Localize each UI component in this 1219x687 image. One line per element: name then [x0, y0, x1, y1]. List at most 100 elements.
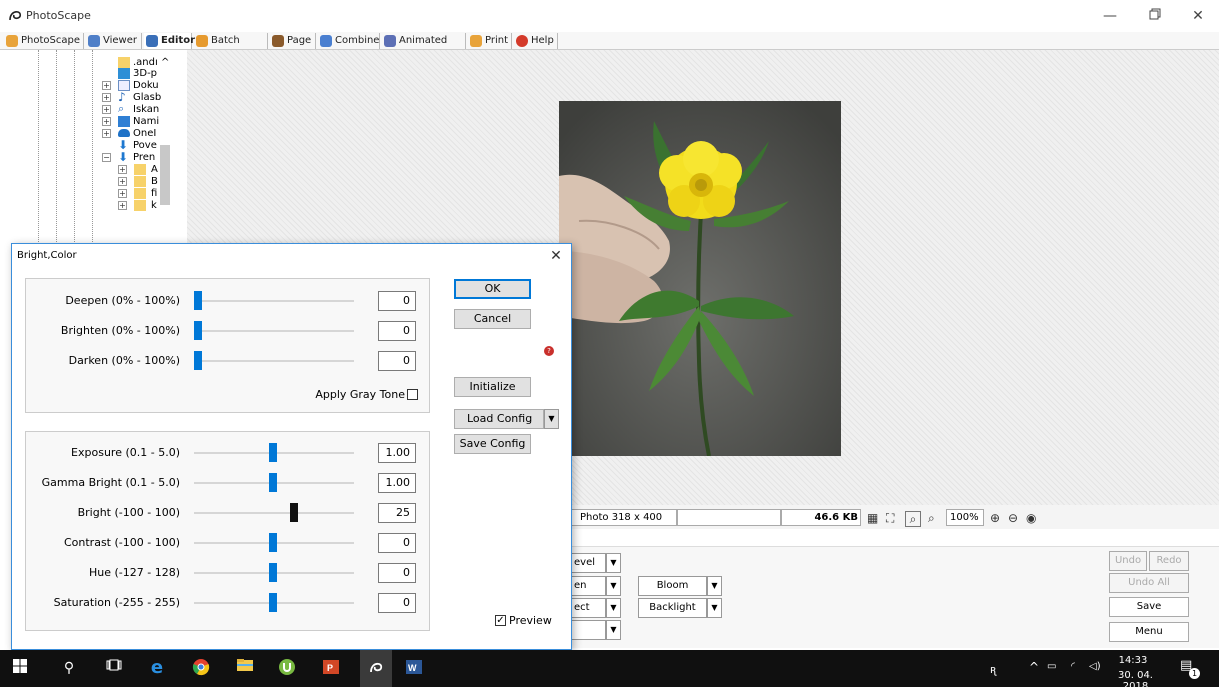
gamma-bright-slider-thumb[interactable] — [269, 473, 278, 492]
expand-icon[interactable]: + — [102, 129, 111, 138]
load-config-button[interactable]: Load Config — [454, 409, 544, 429]
bright-value-input[interactable]: 25 — [378, 503, 416, 523]
dialog-close-icon[interactable]: ✕ — [547, 247, 565, 265]
battery-icon[interactable]: ▭ — [1047, 661, 1056, 672]
expand-icon[interactable]: + — [118, 165, 127, 174]
redo-button[interactable]: Redo — [1149, 551, 1189, 571]
filter-button[interactable] — [571, 620, 606, 640]
expand-icon[interactable]: + — [102, 117, 111, 126]
saturation-value-input[interactable]: 0 — [378, 593, 416, 613]
volume-icon[interactable]: ◁) — [1089, 661, 1101, 672]
edge-icon[interactable]: e — [147, 658, 167, 678]
backlight-button[interactable]: Backlight — [638, 598, 707, 618]
contrast-slider-thumb[interactable] — [269, 533, 278, 552]
level-dropdown-icon[interactable]: ▼ — [606, 553, 621, 573]
bloom-dropdown-icon[interactable]: ▼ — [707, 576, 722, 596]
info-icon[interactable]: ◉ — [1026, 511, 1036, 525]
wifi-icon[interactable]: ◜ — [1071, 661, 1075, 672]
exposure-slider-thumb[interactable] — [269, 443, 278, 462]
tab-page[interactable]: Page — [270, 33, 316, 49]
windows-start-icon[interactable] — [10, 658, 30, 678]
powerpoint-icon[interactable]: P — [321, 658, 341, 678]
contrast-value-input[interactable]: 0 — [378, 533, 416, 553]
collapse-icon[interactable]: − — [102, 153, 111, 162]
tab-batch-editor[interactable]: Batch Editor — [194, 33, 268, 62]
backlight-dropdown-icon[interactable]: ▼ — [707, 598, 722, 618]
preview-checkbox[interactable]: ✓ — [495, 615, 506, 626]
exposure-value-input[interactable]: 1.00 — [378, 443, 416, 463]
fit-icon[interactable]: ⛶ — [886, 511, 894, 525]
undo-all-button[interactable]: Undo All — [1109, 573, 1189, 593]
status-empty-field — [677, 509, 781, 526]
people-icon[interactable]: ꭆ — [990, 662, 996, 677]
file-explorer-icon[interactable] — [235, 658, 255, 678]
close-icon[interactable]: ✕ — [1183, 6, 1213, 26]
expand-icon[interactable]: + — [118, 189, 127, 198]
save-button[interactable]: Save — [1109, 597, 1189, 617]
chrome-icon[interactable] — [191, 658, 211, 678]
initialize-button[interactable]: Initialize — [454, 377, 531, 397]
brighten-slider-track[interactable] — [194, 330, 354, 332]
zoom-in-icon[interactable]: ⊕ — [990, 511, 1000, 525]
bloom-button[interactable]: Bloom — [638, 576, 707, 596]
tree-scrollbar-thumb[interactable] — [160, 145, 170, 205]
darken-slider-thumb[interactable] — [194, 351, 202, 370]
expand-icon[interactable]: + — [118, 201, 127, 210]
expand-icon[interactable]: + — [102, 105, 111, 114]
save-config-button[interactable]: Save Config — [454, 434, 531, 454]
expand-icon[interactable]: + — [102, 81, 111, 90]
saturation-slider-thumb[interactable] — [269, 593, 278, 612]
tab-animated-gif[interactable]: Animated GIF — [382, 33, 466, 62]
zoom-fit-icon[interactable]: ⌕ — [905, 511, 921, 527]
load-config-dropdown-icon[interactable]: ▼ — [544, 409, 559, 429]
sharpen-dropdown-icon[interactable]: ▼ — [606, 576, 621, 596]
menu-button[interactable]: Menu — [1109, 622, 1189, 642]
hue-slider-thumb[interactable] — [269, 563, 278, 582]
ok-button[interactable]: OK — [454, 279, 531, 299]
brighten-slider-thumb[interactable] — [194, 321, 202, 340]
transparency-icon[interactable]: ▦ — [867, 511, 878, 525]
deepen-slider-track[interactable] — [194, 300, 354, 302]
tab-editor[interactable]: Editor — [144, 33, 195, 49]
filter-dropdown-icon[interactable]: ▼ — [606, 620, 621, 640]
undo-button[interactable]: Undo — [1109, 551, 1147, 571]
clock-time[interactable]: 14:33 — [1113, 655, 1153, 666]
minimize-icon[interactable]: — — [1095, 6, 1125, 26]
photo-preview[interactable] — [559, 101, 841, 456]
gamma-bright-value-input[interactable]: 1.00 — [378, 473, 416, 493]
darken-value-input[interactable]: 0 — [378, 351, 416, 371]
search-icon[interactable]: ⚲ — [59, 658, 79, 678]
help-icon[interactable]: ? — [544, 346, 554, 356]
zoom-field[interactable]: 100% — [946, 509, 984, 526]
cancel-button[interactable]: Cancel — [454, 309, 531, 329]
tab-combine[interactable]: Combine — [318, 33, 380, 49]
effect-button[interactable]: ect — [571, 598, 606, 618]
batch-editor-icon — [196, 35, 208, 47]
effect-dropdown-icon[interactable]: ▼ — [606, 598, 621, 618]
photoscape-taskbar-icon[interactable] — [360, 650, 392, 687]
task-view-icon[interactable] — [104, 658, 124, 678]
bright-slider-track[interactable] — [194, 512, 354, 514]
zoom-out-icon[interactable]: ⊖ — [1008, 511, 1018, 525]
bright-slider-thumb[interactable] — [290, 503, 298, 522]
tab-viewer[interactable]: Viewer — [86, 33, 142, 49]
utorrent-icon[interactable] — [277, 658, 297, 678]
level-button[interactable]: evel — [571, 553, 606, 573]
darken-slider-track[interactable] — [194, 360, 354, 362]
tab-photoscape[interactable]: PhotoScape — [4, 33, 84, 49]
tab-help[interactable]: Help — [514, 33, 558, 49]
tab-print[interactable]: Print — [468, 33, 512, 49]
expand-icon[interactable]: + — [102, 93, 111, 102]
sharpen-button[interactable]: en — [571, 576, 606, 596]
clock-date[interactable]: 30. 04. 2018 — [1108, 670, 1163, 687]
restore-icon[interactable] — [1140, 6, 1170, 26]
zoom-actual-icon[interactable]: ⌕ — [928, 511, 935, 525]
brighten-value-input[interactable]: 0 — [378, 321, 416, 341]
word-icon[interactable]: W — [404, 658, 424, 678]
expand-icon[interactable]: + — [118, 177, 127, 186]
deepen-value-input[interactable]: 0 — [378, 291, 416, 311]
show-hidden-icons-icon[interactable]: ^ — [1029, 660, 1039, 674]
deepen-slider-thumb[interactable] — [194, 291, 202, 310]
apply-gray-tone-checkbox[interactable] — [407, 389, 418, 400]
hue-value-input[interactable]: 0 — [378, 563, 416, 583]
